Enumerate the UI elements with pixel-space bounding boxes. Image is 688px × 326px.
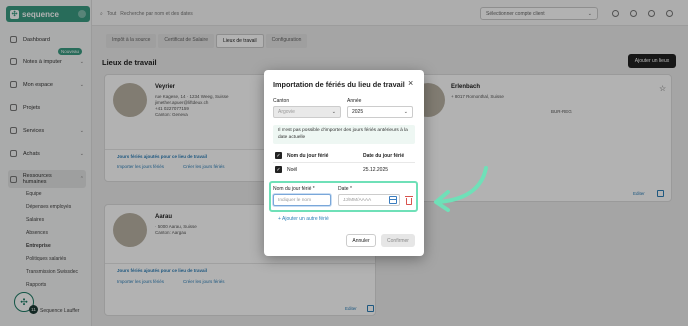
divider [273,162,415,163]
year-select[interactable]: 2025 ⌄ [347,106,413,118]
new-holiday-name-label: Nom du jour férié * [273,186,315,192]
column-header-date: Date du jour férié [363,153,405,159]
info-banner: Il n'est pas possible d'importer des jou… [273,125,415,144]
import-holidays-modal: Importation de fériés du lieu de travail… [264,70,424,256]
modal-title: Importation de fériés du lieu de travail [273,80,405,89]
year-select-value: 2025 [352,109,364,115]
confirm-button[interactable]: Confirmer [381,234,415,247]
holiday-name: Noël [287,167,298,173]
year-label: Année [347,98,362,104]
canton-label: Canton [273,98,290,104]
column-header-name: Nom du jour férié [287,153,329,159]
cancel-button[interactable]: Annuler [346,234,376,247]
canton-select-value: Argovie [278,109,295,115]
pointer-arrow-icon [434,166,488,212]
calendar-icon[interactable] [389,196,397,204]
chevron-down-icon: ⌄ [331,109,336,115]
trash-icon[interactable] [405,196,413,205]
holiday-date: 25.12.2025 [363,167,389,173]
holiday-row-checkbox[interactable]: ✓ [275,166,282,173]
close-icon[interactable]: × [408,79,413,88]
new-holiday-date-label: Date * [338,186,352,192]
add-another-holiday-link[interactable]: + Ajouter un autre férié [278,216,329,222]
canton-select: Argovie ⌄ [273,106,341,118]
select-all-checkbox[interactable]: ✓ [275,152,282,159]
chevron-down-icon: ⌄ [403,109,408,115]
new-holiday-name-input[interactable]: Indiquer le nom [273,194,331,206]
